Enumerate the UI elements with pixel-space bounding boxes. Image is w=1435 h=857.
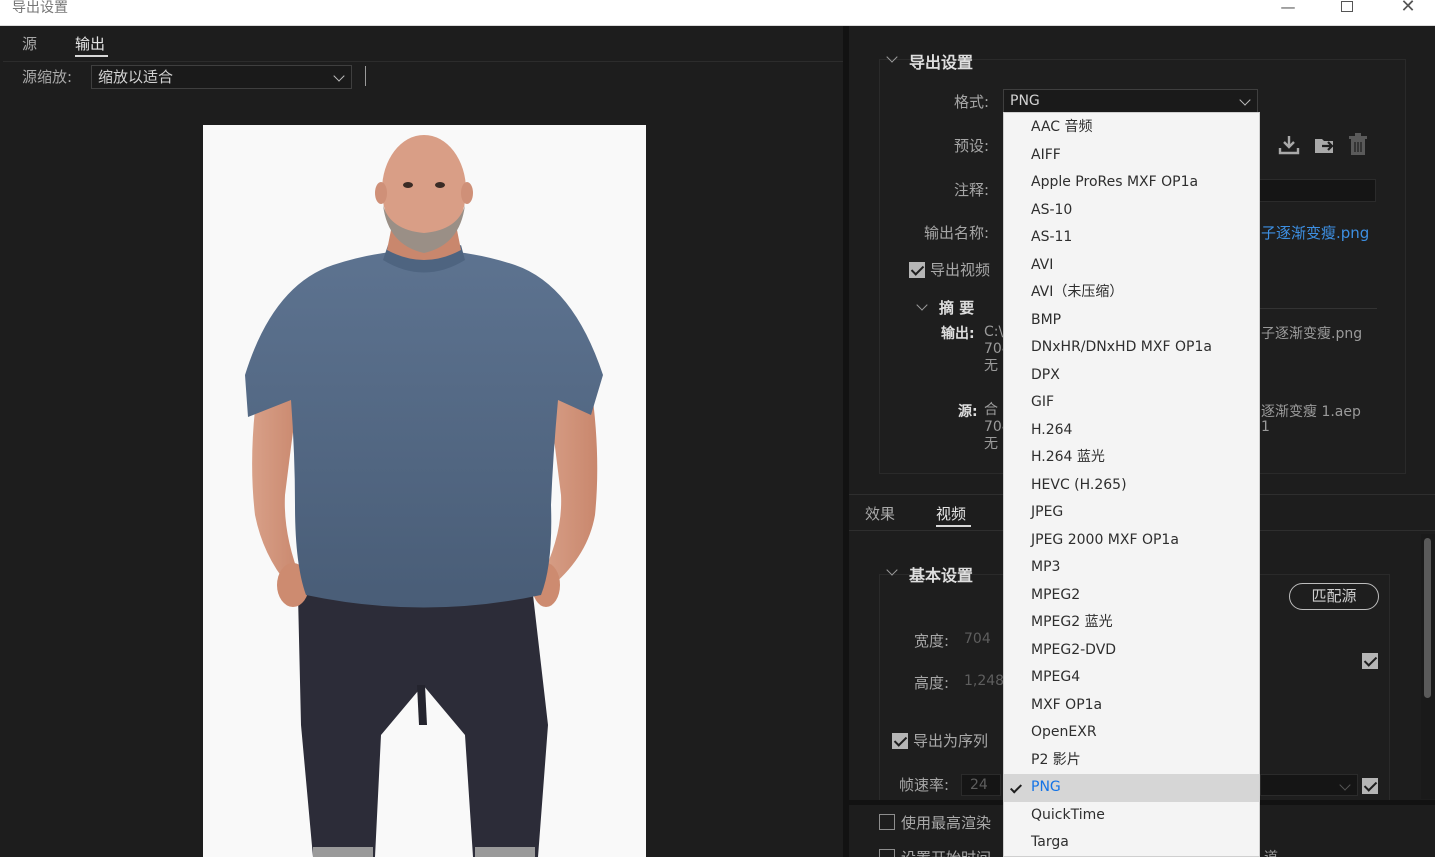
- format-option[interactable]: H.264 蓝光: [1004, 444, 1259, 472]
- summary-source-extra: 1: [1261, 419, 1270, 435]
- comment-label: 注释:: [953, 181, 989, 199]
- bottom-right-text: 道: [1264, 847, 1278, 857]
- format-option[interactable]: Targa: [1004, 829, 1259, 856]
- format-option[interactable]: P2 影片: [1004, 747, 1259, 775]
- minimize-icon[interactable]: —: [1265, 0, 1311, 18]
- export-sequence-checkbox[interactable]: [892, 733, 908, 749]
- preview-panel: 源 输出 源缩放: 缩放以适合: [3, 26, 843, 857]
- export-settings-title: 导出设置: [909, 53, 974, 72]
- summary-divider: [1249, 308, 1377, 309]
- checkmark-icon: [1009, 781, 1023, 794]
- height-label: 高度:: [913, 674, 949, 692]
- comment-input[interactable]: [1259, 179, 1376, 202]
- format-dropdown[interactable]: PNG: [1003, 89, 1258, 113]
- match-source-button[interactable]: 匹配源: [1289, 583, 1379, 610]
- maximize-icon[interactable]: [1325, 0, 1371, 18]
- max-render-label: 使用最高渲染: [901, 814, 992, 832]
- start-time-checkbox[interactable]: [879, 849, 895, 857]
- summary-output-label: 输出:: [941, 326, 975, 342]
- source-scale-value: 缩放以适合: [98, 68, 174, 86]
- format-option[interactable]: JPEG 2000 MXF OP1a: [1004, 527, 1259, 555]
- preview-figure: [203, 125, 646, 857]
- close-icon[interactable]: ✕: [1385, 0, 1431, 18]
- export-video-checkbox[interactable]: [909, 262, 925, 278]
- format-option[interactable]: AIFF: [1004, 142, 1259, 170]
- trash-icon[interactable]: [1348, 133, 1368, 157]
- download-icon[interactable]: [1278, 134, 1300, 156]
- tab-source[interactable]: 源: [22, 34, 37, 54]
- source-scale-dropdown[interactable]: 缩放以适合: [91, 65, 352, 89]
- match-source-checkbox[interactable]: [1362, 653, 1378, 669]
- framerate-dropdown[interactable]: [1260, 774, 1358, 796]
- format-option[interactable]: HEVC (H.265): [1004, 472, 1259, 500]
- format-option[interactable]: MPEG2-DVD: [1004, 637, 1259, 665]
- format-option[interactable]: MPEG2: [1004, 582, 1259, 610]
- format-option[interactable]: AS-10: [1004, 197, 1259, 225]
- framerate-value: 24: [970, 777, 988, 793]
- framerate-field[interactable]: 24: [961, 774, 1001, 796]
- format-option[interactable]: AAC 音频: [1004, 114, 1259, 142]
- width-label: 宽度:: [913, 632, 949, 650]
- source-scale-label: 源缩放:: [22, 68, 73, 86]
- format-option-label: PNG: [1031, 779, 1061, 795]
- format-option[interactable]: MPEG2 蓝光: [1004, 609, 1259, 637]
- format-value: PNG: [1010, 93, 1040, 109]
- format-option[interactable]: OpenEXR: [1004, 719, 1259, 747]
- max-render-checkbox[interactable]: [879, 814, 895, 830]
- settings-scrollbar[interactable]: [1421, 534, 1435, 799]
- summary-title: 摘 要: [939, 299, 975, 317]
- format-option[interactable]: BMP: [1004, 307, 1259, 335]
- summary-output-filename: 子逐渐变瘦.png: [1261, 326, 1363, 342]
- import-folder-icon[interactable]: [1313, 134, 1337, 156]
- window-title: 导出设置: [12, 0, 68, 16]
- format-option[interactable]: MPEG4: [1004, 664, 1259, 692]
- crop-divider: [365, 66, 366, 86]
- framerate-label: 帧速率:: [898, 776, 949, 794]
- format-option[interactable]: AVI（未压缩）: [1004, 279, 1259, 307]
- format-option[interactable]: MP3: [1004, 554, 1259, 582]
- tab-video[interactable]: 视频: [936, 504, 966, 524]
- basic-settings-title: 基本设置: [909, 566, 974, 585]
- format-option[interactable]: MXF OP1a: [1004, 692, 1259, 720]
- export-sequence-label: 导出为序列: [913, 732, 989, 750]
- output-name-link[interactable]: 子逐渐变瘦.png: [1261, 222, 1369, 243]
- start-time-label: 设置开始时间: [901, 847, 991, 857]
- output-preview-image: [203, 125, 646, 857]
- width-value[interactable]: 704: [964, 631, 991, 647]
- format-option[interactable]: PNG: [1004, 774, 1259, 802]
- format-label: 格式:: [953, 93, 989, 111]
- chevron-down-icon: [1239, 94, 1251, 106]
- summary-source-project: 逐渐变瘦 1.aep: [1261, 404, 1361, 420]
- height-value[interactable]: 1,248: [964, 673, 1004, 689]
- format-option[interactable]: DNxHR/DNxHD MXF OP1a: [1004, 334, 1259, 362]
- format-option[interactable]: GIF: [1004, 389, 1259, 417]
- tab-effects[interactable]: 效果: [865, 504, 895, 524]
- output-name-label: 输出名称:: [923, 224, 989, 242]
- format-option[interactable]: Apple ProRes MXF OP1a: [1004, 169, 1259, 197]
- summary-source-label: 源:: [958, 404, 978, 420]
- tab-active-underline: [936, 525, 971, 527]
- chevron-down-icon: [1339, 779, 1351, 791]
- export-video-label: 导出视频: [930, 261, 991, 279]
- format-option[interactable]: H.264: [1004, 417, 1259, 445]
- format-option[interactable]: AVI: [1004, 252, 1259, 280]
- tab-divider: [3, 61, 843, 62]
- chevron-down-icon: [333, 70, 345, 82]
- tab-active-underline: [75, 55, 108, 57]
- format-option[interactable]: DPX: [1004, 362, 1259, 390]
- scrollbar-thumb[interactable]: [1424, 538, 1431, 698]
- preset-label: 预设:: [953, 137, 989, 155]
- format-option[interactable]: QuickTime: [1004, 802, 1259, 830]
- framerate-checkbox[interactable]: [1362, 778, 1378, 794]
- format-option[interactable]: JPEG: [1004, 499, 1259, 527]
- format-option[interactable]: AS-11: [1004, 224, 1259, 252]
- format-options-list[interactable]: AAC 音频 AIFF Apple ProRes MXF OP1a AS-10 AS-1…: [1003, 112, 1260, 857]
- tab-output[interactable]: 输出: [75, 34, 105, 54]
- title-bar: 导出设置 — ✕: [0, 0, 1435, 26]
